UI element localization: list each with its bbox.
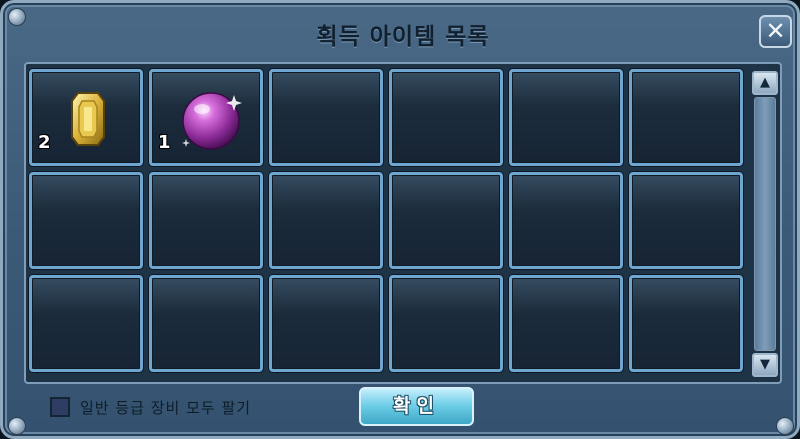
item-slot[interactable]	[389, 69, 503, 166]
scroll-up-button[interactable]: ▲	[752, 71, 778, 95]
sell-all-normal-option[interactable]: 일반 등급 장비 모두 팔기	[50, 395, 251, 419]
item-grid: 2 1	[29, 69, 747, 379]
item-slot[interactable]: 2	[29, 69, 143, 166]
close-button[interactable]: ✕	[759, 15, 792, 48]
item-slot[interactable]	[269, 275, 383, 372]
item-scrollbar[interactable]: ▲ ▼	[752, 69, 778, 379]
item-slot[interactable]	[29, 275, 143, 372]
corner-rivet-bottom-left	[8, 417, 26, 435]
item-slot[interactable]	[389, 172, 503, 269]
item-count: 2	[38, 132, 51, 153]
confirm-button[interactable]: 확인	[359, 387, 474, 426]
item-slot[interactable]	[629, 69, 743, 166]
acquired-items-window: 획득 아이템 목록 ✕ 2 1 ▲ ▼ 일반 등급 장비 모두 팔기 확인	[0, 0, 800, 439]
corner-rivet-bottom-right	[776, 417, 794, 435]
gold-gem-icon	[70, 91, 106, 151]
scroll-down-button[interactable]: ▼	[752, 353, 778, 377]
item-slot[interactable]	[509, 172, 623, 269]
purple-orb-icon	[178, 87, 244, 157]
item-slot[interactable]	[389, 275, 503, 372]
item-slot[interactable]	[629, 172, 743, 269]
item-count: 1	[158, 132, 171, 153]
sell-all-label: 일반 등급 장비 모두 팔기	[80, 398, 252, 417]
item-slot[interactable]	[509, 275, 623, 372]
window-title: 획득 아이템 목록	[316, 24, 490, 50]
item-slot[interactable]	[29, 172, 143, 269]
item-slot[interactable]	[629, 275, 743, 372]
item-slot[interactable]: 1	[149, 69, 263, 166]
item-slot[interactable]	[149, 275, 263, 372]
item-slot[interactable]	[269, 172, 383, 269]
sell-all-checkbox[interactable]	[50, 397, 70, 417]
item-slot[interactable]	[149, 172, 263, 269]
item-slot[interactable]	[509, 69, 623, 166]
item-slot[interactable]	[269, 69, 383, 166]
scroll-track[interactable]	[754, 97, 776, 351]
